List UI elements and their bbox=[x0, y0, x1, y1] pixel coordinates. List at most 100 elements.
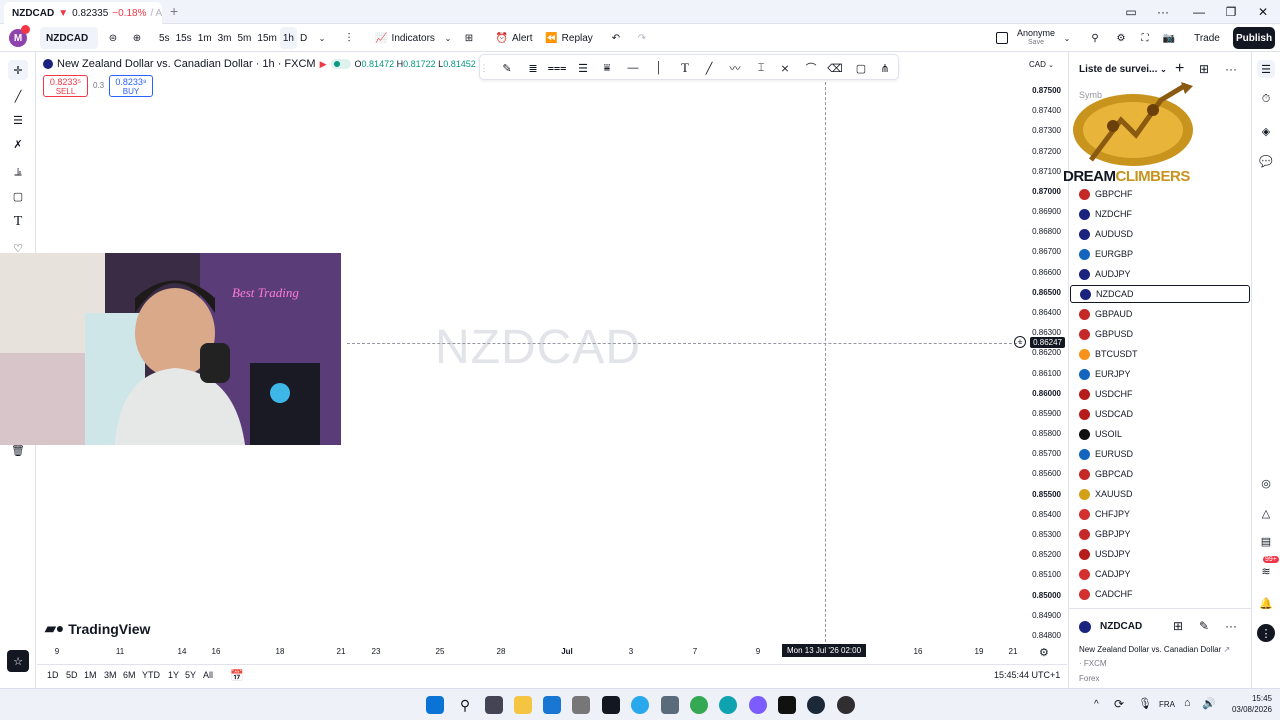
range-1m[interactable]: 1M bbox=[84, 670, 97, 680]
grip-icon[interactable]: ⋮ bbox=[480, 59, 489, 77]
indicators-dropdown-icon[interactable]: ⌄ bbox=[442, 27, 454, 49]
redo-icon[interactable]: ↷ bbox=[634, 27, 650, 49]
long-position-icon[interactable]: ⌶ bbox=[752, 59, 770, 77]
watchlist-row-usoil[interactable]: USOIL bbox=[1079, 425, 1247, 443]
watchlist-row-gbpchf[interactable]: GBPCHF bbox=[1079, 185, 1247, 203]
interval-5s[interactable]: 5s bbox=[156, 27, 173, 49]
watchlist-row-audusd[interactable]: AUDUSD bbox=[1079, 225, 1247, 243]
steam-icon[interactable] bbox=[807, 696, 825, 714]
undo-icon[interactable]: ↶ bbox=[608, 27, 624, 49]
range-1y[interactable]: 1Y bbox=[168, 670, 179, 680]
watchlist-row-cadchf[interactable]: CADCHF bbox=[1079, 585, 1247, 603]
add-symbol-button[interactable]: + bbox=[1175, 60, 1184, 78]
curve-icon[interactable]: ⌒ bbox=[802, 59, 820, 77]
interval-dropdown-icon[interactable]: ⌄ bbox=[316, 27, 328, 49]
tradingview-logo[interactable]: ▰● TradingView bbox=[45, 620, 150, 637]
fib-fan-icon[interactable]: ⩸ bbox=[598, 59, 616, 77]
watchlist-row-xauusd[interactable]: XAUUSD bbox=[1079, 485, 1247, 503]
patterns-icon[interactable]: ✗ bbox=[8, 134, 28, 154]
watchlist-row-nzdchf[interactable]: NZDCHF bbox=[1079, 205, 1247, 223]
search-icon[interactable]: ⚲ bbox=[456, 696, 474, 714]
range-5y[interactable]: 5Y bbox=[185, 670, 196, 680]
watchlist-row-gbpcad[interactable]: GBPCAD bbox=[1079, 465, 1247, 483]
interval-1h[interactable]: 1h bbox=[279, 27, 297, 49]
settings-gear-icon[interactable]: ⚙ bbox=[1112, 27, 1130, 49]
app-icon[interactable] bbox=[661, 696, 679, 714]
watchlist-row-usdjpy[interactable]: USDJPY bbox=[1079, 545, 1247, 563]
rectangle-icon[interactable]: ▢ bbox=[852, 59, 870, 77]
capcut-icon[interactable] bbox=[778, 696, 796, 714]
tradingview-app-icon[interactable] bbox=[602, 696, 620, 714]
sell-button[interactable]: 0.8233⁵ SELL bbox=[43, 75, 88, 97]
edge-icon[interactable] bbox=[719, 696, 737, 714]
fib-channel-icon[interactable]: ≣ bbox=[524, 59, 542, 77]
watchlist-row-audjpy[interactable]: AUDJPY bbox=[1079, 265, 1247, 283]
interval-15s[interactable]: 15s bbox=[173, 27, 195, 49]
crosshair-icon[interactable]: ✛ bbox=[8, 60, 28, 80]
watchlist-row-nzdcad[interactable]: NZDCAD bbox=[1070, 285, 1250, 303]
eraser-icon[interactable]: ⌫ bbox=[826, 59, 844, 77]
range-3m[interactable]: 3M bbox=[104, 670, 117, 680]
maximize-button[interactable]: ❐ bbox=[1214, 0, 1248, 24]
user-avatar[interactable]: M bbox=[8, 25, 30, 49]
add-symbol-icon[interactable]: ⊕ bbox=[128, 27, 146, 49]
minimize-button[interactable]: — bbox=[1182, 0, 1216, 24]
network-icon[interactable]: ⌂ bbox=[1184, 697, 1191, 709]
settings-icon[interactable] bbox=[572, 696, 590, 714]
text-tool-icon[interactable]: T bbox=[8, 212, 28, 232]
chat-icon[interactable]: 💬 bbox=[1257, 152, 1275, 170]
alert-button[interactable]: ⏰ Alert bbox=[490, 27, 538, 49]
legend-title[interactable]: New Zealand Dollar vs. Canadian Dollar ·… bbox=[57, 58, 316, 70]
pitchfork-icon[interactable]: ⋔ bbox=[876, 59, 894, 77]
range-6m[interactable]: 6M bbox=[123, 670, 136, 680]
browser-tab[interactable]: NZDCAD ▼ 0.82335 −0.18% / An bbox=[4, 2, 162, 24]
telegram-icon[interactable] bbox=[631, 696, 649, 714]
details-more-icon[interactable]: ··· bbox=[1225, 619, 1237, 633]
symbol-search-input[interactable]: NZDCAD bbox=[40, 27, 98, 49]
buy-button[interactable]: 0.8233⁸ BUY bbox=[109, 75, 153, 97]
range-all[interactable]: All bbox=[203, 670, 213, 680]
microphone-icon[interactable]: 🎙 bbox=[1138, 697, 1152, 710]
watchlist-sidebar-icon[interactable]: ☰ bbox=[1257, 60, 1275, 78]
interval-15m[interactable]: 15m bbox=[254, 27, 279, 49]
fullscreen-icon[interactable]: ⛶ bbox=[1136, 27, 1154, 49]
watchlist-row-gbpusd[interactable]: GBPUSD bbox=[1079, 325, 1247, 343]
axis-settings-gear-icon[interactable]: ⚙ bbox=[1039, 646, 1049, 659]
watchlist-row-usdcad[interactable]: USDCAD bbox=[1079, 405, 1247, 423]
interval-1m[interactable]: 1m bbox=[195, 27, 215, 49]
watchlist-more-icon[interactable]: ··· bbox=[1225, 62, 1237, 76]
store-icon[interactable] bbox=[543, 696, 561, 714]
indicators-button[interactable]: 📈 Indicators bbox=[372, 27, 438, 49]
watchlist-row-eurusd[interactable]: EURUSD bbox=[1079, 445, 1247, 463]
range-ytd[interactable]: YTD bbox=[142, 670, 160, 680]
date-range-calendar-icon[interactable]: 📅 bbox=[230, 669, 244, 682]
watchlist-row-eurgbp[interactable]: EURGBP bbox=[1079, 245, 1247, 263]
horizontal-line-icon[interactable]: — bbox=[624, 59, 642, 77]
flag-marker-icon[interactable]: ▶ bbox=[320, 59, 327, 70]
close-window-button[interactable]: ✕ bbox=[1246, 0, 1280, 24]
vertical-line-icon[interactable]: │ bbox=[650, 59, 668, 77]
layout-icon[interactable]: ▭ bbox=[1114, 0, 1148, 24]
sync-icon[interactable]: ⟳ bbox=[1114, 697, 1124, 711]
range-5d[interactable]: 5D bbox=[66, 670, 78, 680]
fib-retracement-icon[interactable]: ☰ bbox=[8, 110, 28, 130]
layout-name[interactable]: Anonyme Save bbox=[1014, 27, 1058, 49]
advanced-view-icon[interactable]: ⊞ bbox=[1199, 62, 1209, 76]
parallel-channel-icon[interactable]: ☰ bbox=[574, 59, 592, 77]
details-grid-icon[interactable]: ⊞ bbox=[1173, 619, 1183, 633]
windows-start-icon[interactable] bbox=[426, 696, 444, 714]
alerts-clock-icon[interactable]: ⏱ bbox=[1257, 90, 1275, 108]
forecasting-icon[interactable]: ⫡ bbox=[8, 162, 28, 182]
trend-line-icon[interactable]: ╱ bbox=[8, 86, 28, 106]
watchlist-row-btcusdt[interactable]: BTCUSDT bbox=[1079, 345, 1247, 363]
currency-selector[interactable]: CAD ⌄ bbox=[1029, 60, 1054, 69]
more-icon[interactable]: ··· bbox=[1146, 0, 1180, 24]
watchlist-row-chfjpy[interactable]: CHFJPY bbox=[1079, 505, 1247, 523]
path-icon[interactable]: 〰 bbox=[726, 59, 744, 77]
ray-icon[interactable]: ╱ bbox=[700, 59, 718, 77]
streams-icon[interactable]: ≋ 99+ bbox=[1257, 556, 1279, 580]
add-alert-plus-icon[interactable]: + bbox=[1014, 336, 1026, 348]
apps-grid-icon[interactable]: ⋮ bbox=[1257, 624, 1275, 642]
watchlist-row-cadjpy[interactable]: CADJPY bbox=[1079, 565, 1247, 583]
interval-5m[interactable]: 5m bbox=[235, 27, 255, 49]
